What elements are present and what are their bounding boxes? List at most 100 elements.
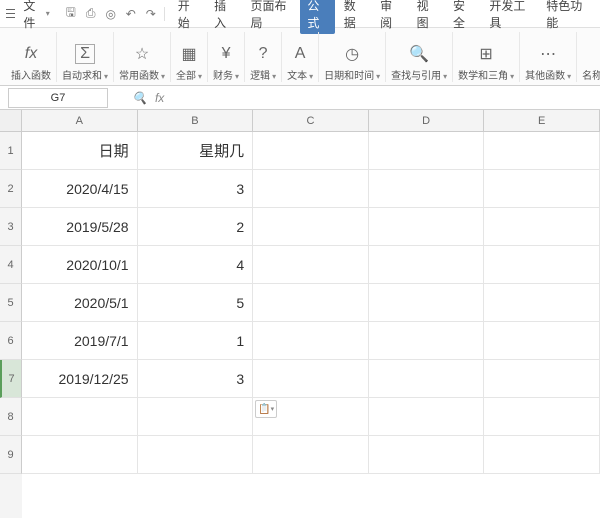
cell-b6[interactable]: 1 [138, 322, 254, 360]
row-header-1[interactable]: 1 [0, 132, 22, 170]
cell-c9[interactable] [253, 436, 369, 474]
row-header-3[interactable]: 3 [0, 208, 22, 246]
all-fn-button[interactable]: ▦全部 [171, 32, 208, 82]
text-fn-button[interactable]: A文本 [282, 32, 319, 82]
cell-e6[interactable] [484, 322, 600, 360]
cell-b1[interactable]: 星期几 [138, 132, 254, 170]
table-row: 2019/5/28 2 [22, 208, 600, 246]
col-header-c[interactable]: C [253, 110, 369, 132]
cell-d1[interactable] [369, 132, 485, 170]
table-row: 2020/4/15 3 [22, 170, 600, 208]
tab-start[interactable]: 开始 [171, 0, 205, 34]
undo-icon[interactable]: ↶ [124, 7, 138, 21]
print-icon[interactable]: ⎙ [84, 7, 98, 21]
cell-e5[interactable] [484, 284, 600, 322]
cell-b3[interactable]: 2 [138, 208, 254, 246]
select-all-corner[interactable] [0, 110, 22, 132]
row-header-8[interactable]: 8 [0, 398, 22, 436]
paste-options-icon[interactable]: 📋▾ [255, 400, 277, 418]
common-fn-button[interactable]: ☆常用函数 [114, 32, 171, 82]
datetime-fn-button[interactable]: ◷日期和时间 [319, 32, 386, 82]
tab-formula[interactable]: 公式 [300, 0, 334, 34]
row-header-9[interactable]: 9 [0, 436, 22, 474]
cell-d6[interactable] [369, 322, 485, 360]
table-row [22, 436, 600, 474]
redo-icon[interactable]: ↷ [144, 7, 158, 21]
row-header-4[interactable]: 4 [0, 246, 22, 284]
tab-review[interactable]: 审阅 [373, 0, 407, 34]
logic-fn-button[interactable]: ?逻辑 [245, 32, 282, 82]
cell-c1[interactable] [253, 132, 369, 170]
math-fn-button[interactable]: ⊞数学和三角 [453, 32, 520, 82]
table-row: 2019/7/1 1 [22, 322, 600, 360]
tab-dev[interactable]: 开发工具 [482, 0, 537, 34]
cell-a4[interactable]: 2020/10/1 [22, 246, 138, 284]
table-row: 📋▾ [22, 398, 600, 436]
fx-icon[interactable]: 🔍 [132, 91, 147, 105]
spreadsheet-grid: 1 2 3 4 5 6 7 8 9 A B C D E 日期 星期几 2020/… [0, 110, 600, 518]
cell-c4[interactable] [253, 246, 369, 284]
cell-a9[interactable] [22, 436, 138, 474]
row-header-2[interactable]: 2 [0, 170, 22, 208]
cell-c2[interactable] [253, 170, 369, 208]
col-header-e[interactable]: E [484, 110, 600, 132]
cell-a8[interactable] [22, 398, 138, 436]
row-header-7[interactable]: 7 [0, 360, 22, 398]
name-manager-button[interactable]: ⊞名称管理器 [577, 32, 600, 82]
cell-e4[interactable] [484, 246, 600, 284]
insert-function-button[interactable]: fx插入函数 [6, 32, 57, 82]
cell-d4[interactable] [369, 246, 485, 284]
preview-icon[interactable]: ◎ [104, 7, 118, 21]
tab-cloud[interactable]: 特色功能 [539, 0, 594, 34]
cell-d5[interactable] [369, 284, 485, 322]
hamburger-icon[interactable] [6, 9, 15, 18]
cell-a3[interactable]: 2019/5/28 [22, 208, 138, 246]
cell-b8[interactable] [138, 398, 254, 436]
file-menu[interactable]: 文件▾ [17, 0, 55, 34]
cell-b5[interactable]: 5 [138, 284, 254, 322]
finance-fn-button[interactable]: ¥财务 [208, 32, 245, 82]
tab-data[interactable]: 数据 [337, 0, 371, 34]
cell-e3[interactable] [484, 208, 600, 246]
col-header-b[interactable]: B [138, 110, 254, 132]
autosum-button[interactable]: Σ自动求和 [57, 32, 114, 82]
cell-d8[interactable] [369, 398, 485, 436]
fx-label[interactable]: fx [155, 91, 164, 105]
cell-d9[interactable] [369, 436, 485, 474]
cell-e1[interactable] [484, 132, 600, 170]
cell-d2[interactable] [369, 170, 485, 208]
col-header-d[interactable]: D [369, 110, 485, 132]
cell-c7[interactable] [253, 360, 369, 398]
tab-insert[interactable]: 插入 [207, 0, 241, 34]
cell-a7[interactable]: 2019/12/25 [22, 360, 138, 398]
name-box[interactable]: G7 [8, 88, 108, 108]
col-header-a[interactable]: A [22, 110, 138, 132]
cell-d3[interactable] [369, 208, 485, 246]
cell-a5[interactable]: 2020/5/1 [22, 284, 138, 322]
cell-e2[interactable] [484, 170, 600, 208]
save-icon[interactable]: 🖫 [64, 7, 78, 21]
other-fn-button[interactable]: ⋯其他函数 [520, 32, 577, 82]
cell-c8[interactable]: 📋▾ [253, 398, 369, 436]
cell-c5[interactable] [253, 284, 369, 322]
tab-security[interactable]: 安全 [446, 0, 480, 34]
lookup-fn-button[interactable]: 🔍查找与引用 [386, 32, 453, 82]
cell-b7[interactable]: 3 [138, 360, 254, 398]
cell-a2[interactable]: 2020/4/15 [22, 170, 138, 208]
tab-layout[interactable]: 页面布局 [244, 0, 299, 34]
row-header-5[interactable]: 5 [0, 284, 22, 322]
cell-b2[interactable]: 3 [138, 170, 254, 208]
cell-a6[interactable]: 2019/7/1 [22, 322, 138, 360]
cell-e9[interactable] [484, 436, 600, 474]
cell-c6[interactable] [253, 322, 369, 360]
cell-e8[interactable] [484, 398, 600, 436]
column-headers: A B C D E [22, 110, 600, 132]
cell-b9[interactable] [138, 436, 254, 474]
cell-c3[interactable] [253, 208, 369, 246]
cell-d7[interactable] [369, 360, 485, 398]
cell-e7[interactable] [484, 360, 600, 398]
cell-a1[interactable]: 日期 [22, 132, 138, 170]
cell-b4[interactable]: 4 [138, 246, 254, 284]
row-header-6[interactable]: 6 [0, 322, 22, 360]
tab-view[interactable]: 视图 [410, 0, 444, 34]
